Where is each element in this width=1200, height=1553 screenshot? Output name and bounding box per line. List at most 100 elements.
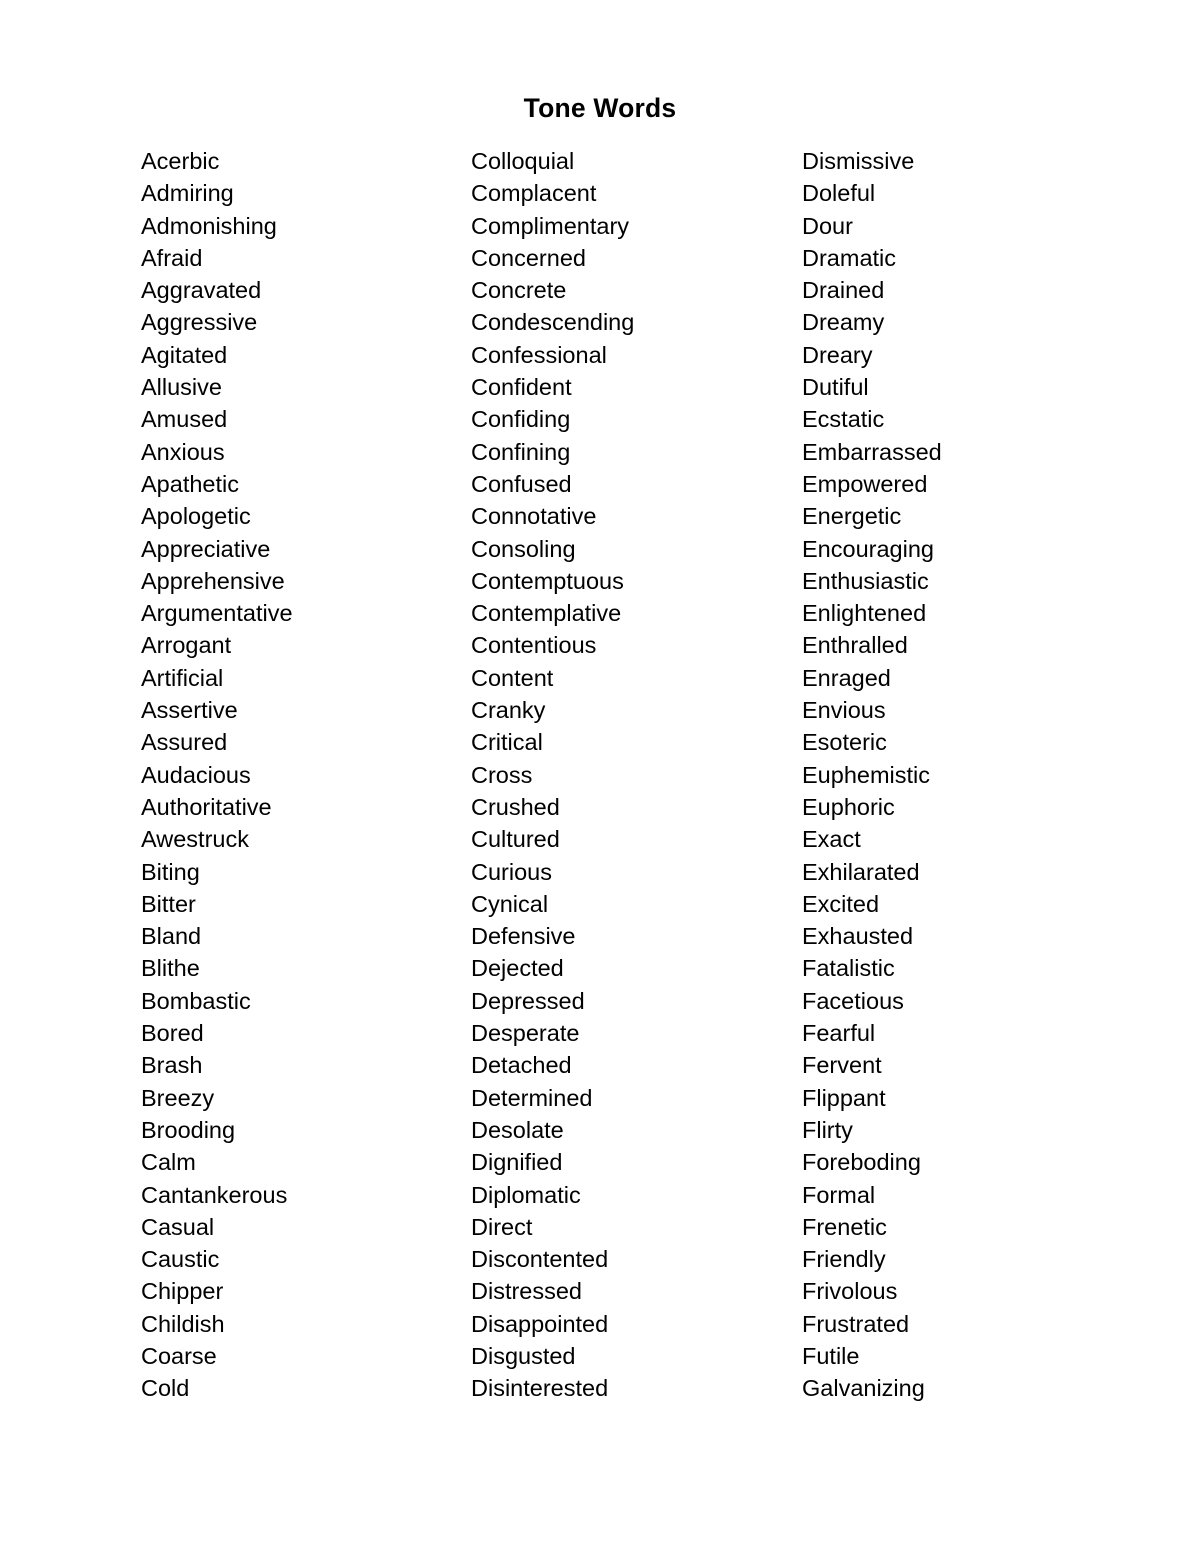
word-item: Confiding: [471, 406, 571, 433]
word-item: Encouraging: [802, 535, 934, 562]
word-item: Contemptuous: [471, 567, 624, 594]
word-item: Exhausted: [802, 923, 914, 950]
word-item: Euphoric: [802, 793, 895, 820]
word-item: Diplomatic: [471, 1181, 581, 1208]
word-item: Allusive: [141, 374, 222, 401]
word-item: Condescending: [471, 309, 635, 336]
word-item: Casual: [141, 1213, 215, 1240]
word-item: Exhilarated: [802, 858, 920, 885]
word-item: Brooding: [141, 1116, 236, 1143]
word-item: Disgusted: [471, 1342, 576, 1369]
word-item: Empowered: [802, 470, 928, 497]
word-item: Critical: [471, 729, 543, 756]
word-item: Cranky: [471, 697, 546, 724]
word-item: Anxious: [141, 438, 225, 465]
word-item: Esoteric: [802, 729, 887, 756]
word-item: Aggravated: [141, 277, 262, 304]
word-item: Curious: [471, 858, 552, 885]
word-item: Defensive: [471, 923, 576, 950]
word-item: Acerbic: [141, 148, 220, 174]
word-item: Admonishing: [141, 212, 277, 239]
word-item: Euphemistic: [802, 761, 930, 788]
word-item: Dignified: [471, 1149, 563, 1176]
word-item: Facetious: [802, 987, 904, 1014]
word-item: Discontented: [471, 1246, 609, 1273]
word-item: Fervent: [802, 1052, 882, 1079]
word-item: Childish: [141, 1310, 225, 1337]
word-column-3: Dismissive Doleful Dour Dramatic Drained Drea…: [802, 145, 1081, 1405]
word-item: Enraged: [802, 664, 891, 691]
word-item: Bored: [141, 1020, 204, 1047]
word-item: Depressed: [471, 987, 585, 1014]
word-item: Enlightened: [802, 600, 927, 627]
word-item: Futile: [802, 1342, 860, 1369]
word-item: Appreciative: [141, 535, 271, 562]
word-item: Determined: [471, 1084, 593, 1111]
word-item: Foreboding: [802, 1149, 921, 1176]
word-item: Formal: [802, 1181, 876, 1208]
word-item: Bombastic: [141, 987, 251, 1014]
word-item: Assured: [141, 729, 228, 756]
word-item: Desolate: [471, 1116, 564, 1143]
word-item: Frustrated: [802, 1310, 910, 1337]
word-item: Complacent: [471, 180, 597, 207]
word-item: Assertive: [141, 697, 238, 724]
word-item: Caustic: [141, 1246, 220, 1273]
word-column-1: Acerbic Admiring Admonishing Afraid Aggravat…: [141, 145, 471, 1405]
word-item: Concrete: [471, 277, 567, 304]
word-item: Enthusiastic: [802, 567, 929, 594]
page-title: Tone Words: [523, 92, 677, 123]
word-item: Afraid: [141, 244, 203, 271]
word-item: Flippant: [802, 1084, 886, 1111]
word-item: Contentious: [471, 632, 597, 659]
word-item: Excited: [802, 890, 880, 917]
word-item: Apprehensive: [141, 567, 285, 594]
word-item: Energetic: [802, 503, 902, 530]
word-item: Connotative: [471, 503, 597, 530]
word-item: Dour: [802, 212, 853, 239]
word-item: Fatalistic: [802, 955, 895, 982]
word-item: Bitter: [141, 890, 196, 917]
word-item: Frivolous: [802, 1278, 898, 1305]
word-item: Biting: [141, 858, 200, 885]
word-item: Exact: [802, 826, 861, 853]
word-item: Cross: [471, 761, 533, 788]
word-item: Drained: [802, 277, 885, 304]
word-item: Authoritative: [141, 793, 272, 820]
word-item: Flirty: [802, 1116, 853, 1143]
word-item: Consoling: [471, 535, 576, 562]
word-item: Cultured: [471, 826, 560, 853]
word-item: Apathetic: [141, 470, 239, 497]
word-item: Content: [471, 664, 554, 691]
word-item: Enthralled: [802, 632, 908, 659]
word-item: Dreary: [802, 341, 873, 368]
word-item: Admiring: [141, 180, 234, 207]
word-item: Complimentary: [471, 212, 630, 239]
word-item: Cynical: [471, 890, 549, 917]
word-item: Amused: [141, 406, 228, 433]
word-item: Brash: [141, 1052, 203, 1079]
word-item: Confining: [471, 438, 571, 465]
word-column-2: Colloquial Complacent Complimentary Concern…: [471, 145, 802, 1405]
word-item: Crushed: [471, 793, 560, 820]
word-item: Friendly: [802, 1246, 886, 1273]
word-item: Frenetic: [802, 1213, 887, 1240]
word-item: Blithe: [141, 955, 200, 982]
word-item: Dismissive: [802, 148, 915, 174]
word-item: Bland: [141, 923, 202, 950]
word-item: Cold: [141, 1375, 190, 1402]
word-item: Apologetic: [141, 503, 251, 530]
word-item: Arrogant: [141, 632, 232, 659]
word-item: Coarse: [141, 1342, 217, 1369]
word-item: Dreamy: [802, 309, 885, 336]
word-item: Artificial: [141, 664, 224, 691]
word-item: Embarrassed: [802, 438, 942, 465]
word-item: Doleful: [802, 180, 876, 207]
word-item: Agitated: [141, 341, 228, 368]
word-item: Disinterested: [471, 1375, 609, 1402]
word-item: Argumentative: [141, 600, 293, 627]
word-item: Colloquial: [471, 148, 575, 174]
word-item: Chipper: [141, 1278, 224, 1305]
word-item: Desperate: [471, 1020, 580, 1047]
word-item: Disappointed: [471, 1310, 609, 1337]
